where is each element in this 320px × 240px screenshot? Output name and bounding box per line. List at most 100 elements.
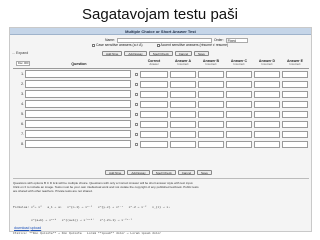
image-toggle-checkbox[interactable]	[134, 142, 138, 146]
cancel-button[interactable]: Cancel	[174, 50, 193, 56]
doc-marker: Doc. 000	[16, 61, 31, 66]
add-nine-button[interactable]: Add Nine	[102, 50, 123, 56]
answer-b-input[interactable]	[198, 100, 224, 108]
answer-d-header: Answer D Incorrect	[258, 58, 276, 67]
answer-e-input[interactable]	[282, 80, 308, 88]
image-toggle-checkbox[interactable]	[134, 92, 138, 96]
answer-a-input[interactable]	[170, 90, 196, 98]
order-select[interactable]: Fixed	[225, 37, 248, 43]
answer-d-input[interactable]	[254, 100, 280, 108]
answer-a-input[interactable]	[170, 110, 196, 118]
answer-d-input[interactable]	[254, 140, 280, 148]
answer-c-input[interactable]	[226, 140, 252, 148]
question-input[interactable]	[25, 100, 131, 108]
answer-c-input[interactable]	[226, 120, 252, 128]
image-toggle-checkbox[interactable]	[134, 132, 138, 136]
answer-a-input[interactable]	[170, 70, 196, 78]
answer-b-input[interactable]	[198, 110, 224, 118]
image-toggle-checkbox[interactable]	[134, 72, 138, 76]
spell-check-button-bottom[interactable]: Spell Check	[151, 170, 176, 175]
answer-a-input[interactable]	[170, 100, 196, 108]
correct-answer-input[interactable]	[140, 130, 168, 138]
add-essay-button[interactable]: Add Essay	[124, 50, 147, 56]
answer-b-input[interactable]	[198, 80, 224, 88]
question-input[interactable]	[25, 110, 131, 118]
case-sensitive-option[interactable]: Case sensitive answers (a ≠ A)	[92, 43, 143, 47]
answer-b-input[interactable]	[198, 140, 224, 148]
row-number: 1.	[21, 72, 24, 76]
answer-e-input[interactable]	[282, 70, 308, 78]
correct-answer-input[interactable]	[140, 70, 168, 78]
spell-check-button[interactable]: Spell Check	[148, 50, 173, 56]
add-essay-button-bottom[interactable]: Add Essay	[127, 170, 150, 175]
question-row: 2.	[13, 79, 309, 89]
answer-e-input[interactable]	[282, 90, 308, 98]
correct-answer-input[interactable]	[140, 80, 168, 88]
expand-link[interactable]: ... Expand	[12, 51, 28, 55]
answer-e-input[interactable]	[282, 140, 308, 148]
image-toggle-checkbox[interactable]	[134, 82, 138, 86]
cancel-button-bottom[interactable]: Cancel	[177, 170, 196, 175]
image-toggle-checkbox[interactable]	[134, 122, 138, 126]
accent-sensitive-option[interactable]: Accent sensitive answers (résumé ≠ resum…	[156, 43, 228, 47]
answer-e-input[interactable]	[282, 100, 308, 108]
answer-d-input[interactable]	[254, 130, 280, 138]
test-editor-window: Multiple Choice or Short Answer Test Nam…	[9, 27, 312, 235]
answer-b-input[interactable]	[198, 90, 224, 98]
question-row: 8.	[13, 139, 309, 149]
answer-a-input[interactable]	[170, 80, 196, 88]
answer-c-input[interactable]	[226, 80, 252, 88]
row-number: 2.	[21, 82, 24, 86]
question-input[interactable]	[25, 90, 131, 98]
answer-d-input[interactable]	[254, 90, 280, 98]
add-nine-button-bottom[interactable]: Add Nine	[105, 170, 126, 175]
correct-answer-input[interactable]	[140, 90, 168, 98]
question-row: 7.	[13, 129, 309, 139]
answer-a-input[interactable]	[170, 140, 196, 148]
answer-c-input[interactable]	[226, 90, 252, 98]
question-input[interactable]	[25, 140, 131, 148]
formula-line-1: Formulas: x²→ x² a_1 → a₁ x^{n-1} → xⁿ⁻¹…	[13, 204, 171, 209]
answer-e-input[interactable]	[282, 130, 308, 138]
download-link[interactable]: download	[14, 226, 29, 230]
answer-c-input[interactable]	[226, 100, 252, 108]
image-toggle-checkbox[interactable]	[134, 102, 138, 106]
answer-d-input[interactable]	[254, 110, 280, 118]
answer-b-input[interactable]	[198, 70, 224, 78]
row-number: 3.	[21, 92, 24, 96]
answer-c-input[interactable]	[226, 130, 252, 138]
correct-answer-input[interactable]	[140, 110, 168, 118]
formula-examples: Formulas: x²→ x² a_1 → a₁ x^{n-1} → xⁿ⁻¹…	[13, 196, 309, 240]
case-sensitive-label: Case sensitive answers (a ≠ A)	[96, 43, 143, 47]
answer-a-input[interactable]	[170, 120, 196, 128]
name-input[interactable]	[117, 37, 212, 43]
question-input[interactable]	[25, 80, 131, 88]
row-number: 6.	[21, 122, 24, 126]
answer-d-input[interactable]	[254, 80, 280, 88]
answer-d-input[interactable]	[254, 120, 280, 128]
accent-sensitive-checkbox[interactable]	[156, 43, 160, 47]
bottom-toolbar: Add Nine Add Essay Spell Check Cancel Sa…	[105, 170, 212, 175]
image-toggle-checkbox[interactable]	[134, 112, 138, 116]
answer-b-input[interactable]	[198, 120, 224, 128]
answer-e-input[interactable]	[282, 110, 308, 118]
question-input[interactable]	[25, 130, 131, 138]
save-button-bottom[interactable]: Save	[197, 170, 212, 175]
correct-answer-input[interactable]	[140, 140, 168, 148]
correct-answer-input[interactable]	[140, 120, 168, 128]
correct-answer-input[interactable]	[140, 100, 168, 108]
formula-line-2: x^{a+b} → xᵃ⁺ᵇ x^{(a+b)} → x⁽ᵃ⁺ᵇ⁾ x^{-2n…	[13, 218, 133, 223]
row-number: 7.	[21, 132, 24, 136]
answer-c-input[interactable]	[226, 70, 252, 78]
upload-link[interactable]: upload	[30, 226, 41, 230]
question-input[interactable]	[25, 70, 131, 78]
answer-e-input[interactable]	[282, 120, 308, 128]
answer-d-input[interactable]	[254, 70, 280, 78]
question-row: 3.	[13, 89, 309, 99]
answer-b-input[interactable]	[198, 130, 224, 138]
answer-c-input[interactable]	[226, 110, 252, 118]
case-sensitive-checkbox[interactable]	[92, 43, 95, 47]
answer-a-input[interactable]	[170, 130, 196, 138]
save-button[interactable]: Save	[194, 50, 209, 56]
question-input[interactable]	[25, 120, 131, 128]
